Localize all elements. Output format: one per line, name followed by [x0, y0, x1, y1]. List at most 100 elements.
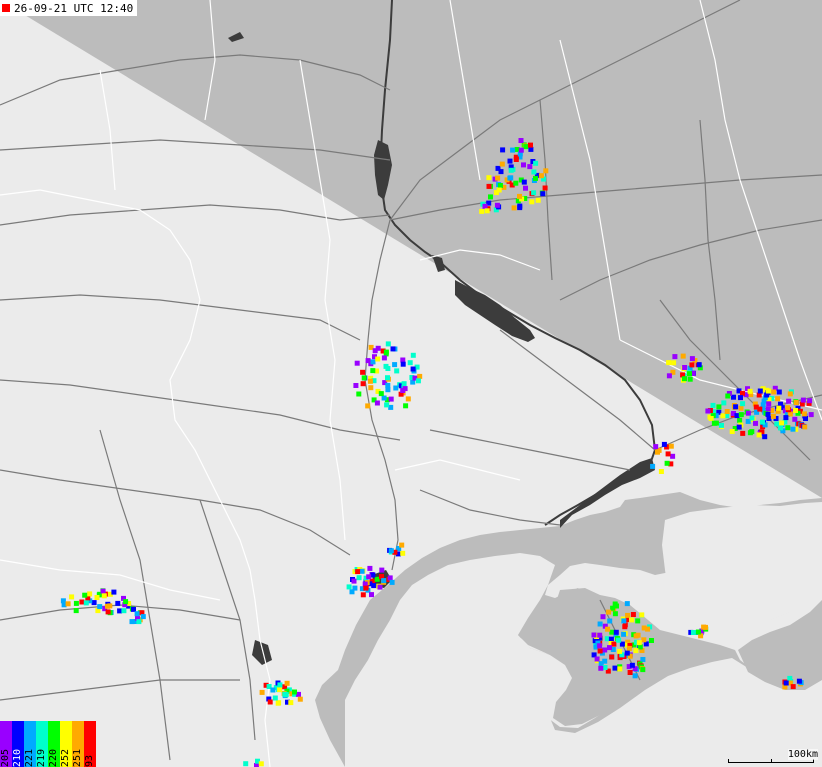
strike-marker [668, 443, 674, 449]
strike-marker [736, 424, 742, 430]
strike-marker [671, 360, 677, 366]
strike-marker [363, 585, 369, 591]
strike-marker [621, 631, 627, 637]
strike-marker [689, 356, 695, 362]
strike-marker [757, 406, 763, 412]
strike-marker [367, 565, 373, 571]
legend-label: 93 [84, 754, 95, 767]
strike-marker [277, 687, 283, 693]
strike-marker [523, 185, 528, 191]
strike-marker [617, 666, 623, 672]
strike-marker [400, 361, 406, 367]
strike-marker [353, 383, 359, 388]
strike-marker [594, 656, 600, 662]
strike-marker [393, 385, 399, 391]
strike-marker [756, 432, 762, 438]
strike-marker [680, 353, 686, 359]
strike-marker [356, 575, 362, 581]
strike-marker [621, 618, 627, 624]
strike-marker [757, 388, 763, 394]
strike-marker [607, 618, 613, 624]
strike-marker [624, 650, 630, 656]
strike-marker [729, 429, 735, 434]
strike-marker [360, 592, 366, 598]
timestamp-marker-icon [2, 4, 10, 12]
legend-cell: 221 [24, 721, 36, 767]
strike-marker [523, 144, 529, 150]
strike-marker [745, 410, 751, 416]
legend-cell: 93 [84, 721, 96, 767]
strike-marker [272, 695, 278, 701]
legend-cell: 210 [12, 721, 24, 767]
strike-marker [633, 648, 639, 654]
strike-marker [705, 408, 711, 414]
strike-marker [617, 648, 623, 654]
strike-marker [389, 579, 395, 585]
strike-marker [716, 404, 722, 410]
legend-label: 221 [24, 748, 35, 767]
strike-marker [747, 388, 753, 394]
scale-tick [771, 759, 772, 763]
strike-marker [803, 416, 808, 421]
strike-marker [629, 662, 635, 668]
strike-marker [653, 444, 659, 450]
strike-marker [682, 365, 688, 370]
strike-marker [385, 375, 390, 381]
strike-marker [497, 183, 503, 188]
scale-bar: 100km [728, 749, 818, 765]
strike-marker [134, 611, 140, 617]
strike-marker [635, 632, 641, 638]
strike-marker [488, 194, 493, 200]
strike-marker [366, 574, 372, 580]
strike-marker [400, 388, 406, 393]
strike-marker [787, 411, 793, 417]
strike-marker [770, 413, 776, 419]
strike-marker [385, 387, 391, 393]
strike-marker [695, 629, 701, 635]
strike-marker [367, 378, 373, 384]
strike-marker [352, 585, 358, 591]
strike-marker [672, 354, 678, 360]
strike-marker [500, 147, 506, 153]
strike-marker [650, 463, 656, 469]
strike-marker [369, 592, 374, 598]
strike-marker [636, 640, 642, 646]
strike-marker [381, 395, 387, 401]
strike-marker [105, 603, 110, 609]
strike-marker [387, 575, 393, 581]
strike-marker [275, 700, 281, 706]
strike-marker [807, 398, 813, 404]
strike-marker [399, 542, 405, 548]
strike-marker [392, 362, 398, 368]
scale-label: 100km [787, 749, 818, 760]
strike-marker [710, 402, 716, 408]
time-legend: 205 210 221 219 220 252 251 93 [0, 721, 96, 767]
strike-marker [640, 667, 646, 673]
strike-marker [378, 391, 384, 397]
strike-marker [719, 422, 724, 428]
strike-marker [140, 614, 146, 620]
strike-marker [346, 584, 352, 590]
strike-marker [703, 624, 708, 630]
strike-marker [510, 147, 516, 153]
strike-marker [622, 624, 628, 630]
strike-marker [105, 609, 111, 615]
strike-marker [370, 368, 376, 374]
strike-marker [733, 404, 739, 410]
legend-cell: 251 [72, 721, 84, 767]
strike-marker [282, 691, 288, 697]
strike-marker [381, 355, 387, 361]
strike-marker [374, 400, 380, 406]
strike-marker [597, 621, 603, 627]
strike-marker [403, 403, 409, 409]
strike-marker [612, 665, 618, 671]
strike-marker [760, 419, 765, 425]
strike-marker [720, 413, 726, 419]
strike-marker [270, 687, 276, 693]
strike-marker [115, 600, 121, 606]
strike-marker [630, 612, 636, 617]
strike-marker [776, 389, 782, 395]
strike-marker [513, 180, 519, 186]
strike-marker [527, 164, 533, 170]
strike-marker [292, 689, 297, 695]
